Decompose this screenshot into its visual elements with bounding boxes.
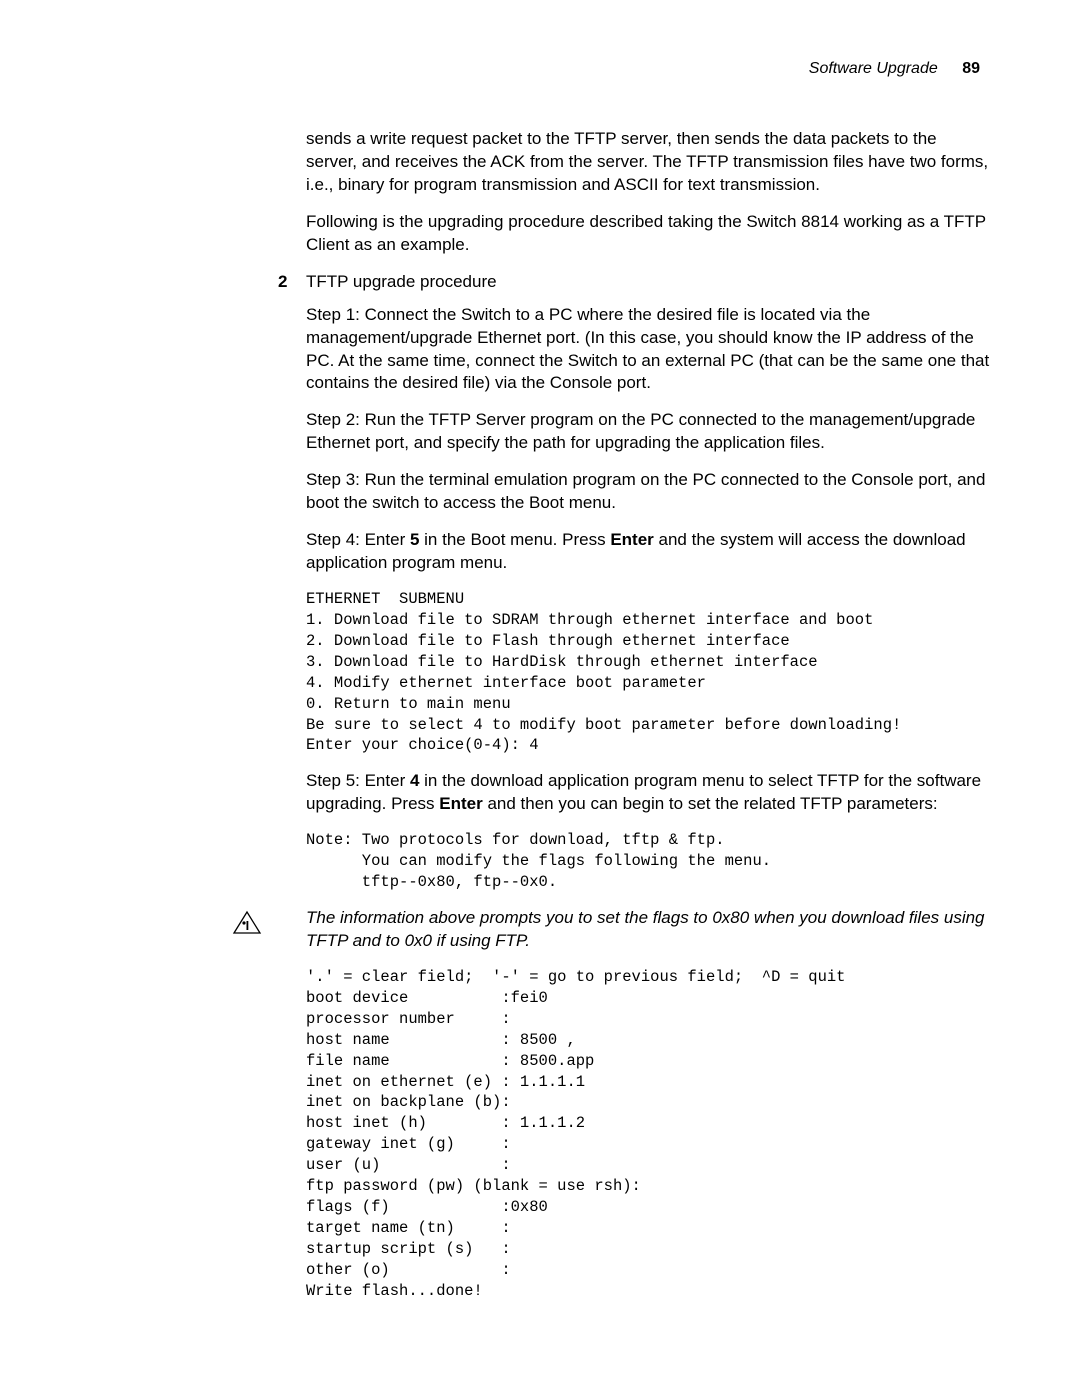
step-5-post: and then you can begin to set the relate… bbox=[483, 794, 938, 813]
code-block-note-protocols: Note: Two protocols for download, tftp &… bbox=[306, 830, 990, 893]
step-5: Step 5: Enter 4 in the download applicat… bbox=[306, 770, 990, 816]
step-5-pre: Step 5: Enter bbox=[306, 771, 410, 790]
step-3: Step 3: Run the terminal emulation progr… bbox=[306, 469, 990, 515]
list-item-2: 2 TFTP upgrade procedure bbox=[306, 271, 990, 294]
page-content: sends a write request packet to the TFTP… bbox=[306, 128, 990, 1302]
step-2: Step 2: Run the TFTP Server program on t… bbox=[306, 409, 990, 455]
code-block-ethernet-submenu: ETHERNET SUBMENU 1. Download file to SDR… bbox=[306, 589, 990, 756]
step-5-bold-1: 4 bbox=[410, 771, 419, 790]
list-item-number: 2 bbox=[278, 271, 287, 294]
paragraph-intro-1: sends a write request packet to the TFTP… bbox=[306, 128, 990, 197]
header-page-number: 89 bbox=[962, 60, 980, 77]
list-item-title: TFTP upgrade procedure bbox=[306, 272, 497, 291]
header-section: Software Upgrade bbox=[809, 60, 938, 77]
paragraph-intro-2: Following is the upgrading procedure des… bbox=[306, 211, 990, 257]
step-5-bold-2: Enter bbox=[439, 794, 482, 813]
info-note: The information above prompts you to set… bbox=[306, 907, 990, 953]
info-note-text: The information above prompts you to set… bbox=[306, 908, 985, 950]
step-4-bold-2: Enter bbox=[610, 530, 653, 549]
step-4-pre: Step 4: Enter bbox=[306, 530, 410, 549]
step-4-mid: in the Boot menu. Press bbox=[419, 530, 610, 549]
page-header: Software Upgrade 89 bbox=[90, 60, 990, 78]
code-block-boot-params: '.' = clear field; '-' = go to previous … bbox=[306, 967, 990, 1302]
step-4-bold-1: 5 bbox=[410, 530, 419, 549]
info-icon bbox=[232, 909, 262, 935]
step-4: Step 4: Enter 5 in the Boot menu. Press … bbox=[306, 529, 990, 575]
step-1: Step 1: Connect the Switch to a PC where… bbox=[306, 304, 990, 396]
